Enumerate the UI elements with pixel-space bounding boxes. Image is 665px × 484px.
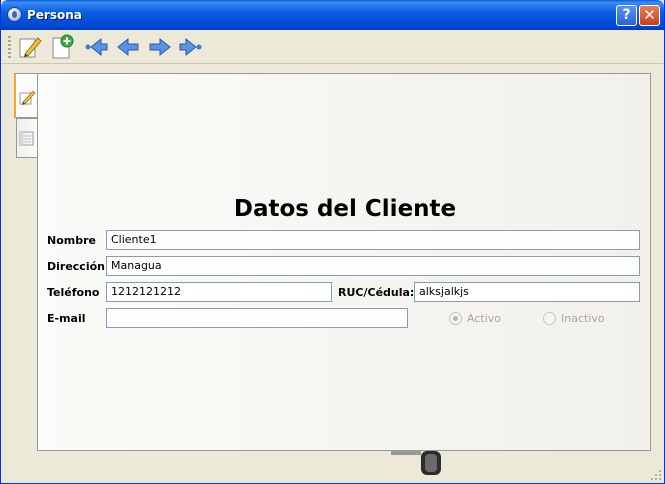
inactivo-label: Inactivo [561, 312, 605, 325]
last-record-icon[interactable] [178, 34, 204, 60]
nombre-field[interactable]: Cliente1 [106, 230, 640, 250]
edit-icon [19, 90, 36, 105]
ruc-field[interactable]: alksjalkjs [414, 282, 640, 302]
app-icon [7, 7, 22, 22]
email-label: E-mail [47, 312, 86, 325]
resize-grip[interactable] [649, 468, 663, 482]
title-bar[interactable]: Persona ? ✕ [1, 0, 664, 30]
inactivo-radio[interactable] [543, 312, 556, 325]
telefono-field[interactable]: 1212121212 [106, 282, 332, 302]
toolbar-grip[interactable] [8, 36, 11, 58]
first-record-icon[interactable] [83, 34, 109, 60]
telefono-label: Teléfono [47, 286, 100, 299]
ruc-label: RUC/Cédula: [338, 286, 415, 299]
direccion-label: Dirección [47, 260, 105, 273]
nombre-label: Nombre [47, 234, 96, 247]
next-record-icon[interactable] [147, 34, 173, 60]
new-record-icon[interactable] [49, 34, 75, 60]
edit-icon[interactable] [17, 34, 43, 60]
background-wheel-image [391, 451, 441, 475]
activo-radio[interactable] [449, 312, 462, 325]
close-button[interactable]: ✕ [639, 5, 660, 26]
tab-list[interactable] [16, 118, 38, 158]
persona-window: Persona ? ✕ Datos del Cliente Nombre Cli… [0, 0, 665, 484]
window-title: Persona [27, 8, 82, 22]
email-field[interactable] [106, 308, 408, 328]
tab-edit[interactable] [14, 73, 38, 118]
help-button[interactable]: ? [616, 5, 637, 26]
previous-record-icon[interactable] [115, 34, 141, 60]
toolbar [5, 31, 660, 63]
client-form-panel: Datos del Cliente Nombre Cliente1 Direcc… [37, 73, 651, 451]
toolbar-divider [1, 63, 664, 64]
direccion-field[interactable]: Managua [106, 256, 640, 276]
list-icon [19, 131, 34, 146]
activo-label: Activo [467, 312, 501, 325]
form-heading: Datos del Cliente [233, 196, 457, 222]
